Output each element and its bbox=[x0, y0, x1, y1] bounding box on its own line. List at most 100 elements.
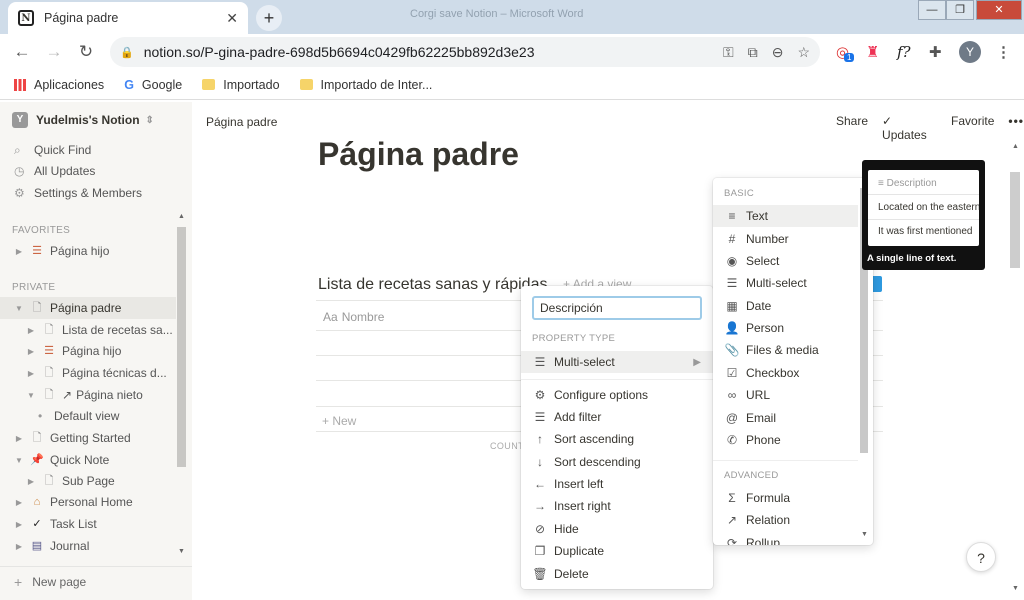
back-arrow-icon[interactable]: ← bbox=[6, 42, 38, 62]
extension-lighthouse-icon[interactable]: ♜ bbox=[866, 43, 879, 61]
sidebar-quick-find[interactable]: ⌕ Quick Find bbox=[0, 139, 176, 161]
translate-icon[interactable]: ⧉ bbox=[748, 44, 758, 61]
scroll-up-icon[interactable]: ▲ bbox=[178, 213, 185, 220]
bookmark-importado-inter[interactable]: Importado de Inter... bbox=[299, 78, 432, 92]
reload-icon[interactable]: ↻ bbox=[70, 42, 102, 62]
type-select-item[interactable]: ◉ Select bbox=[713, 250, 873, 272]
caret-down-icon[interactable]: ▼ bbox=[24, 391, 38, 400]
caret-right-icon[interactable]: ▶ bbox=[24, 347, 38, 356]
new-row-button[interactable]: + New bbox=[322, 414, 356, 428]
restore-button[interactable]: ❐ bbox=[946, 0, 974, 20]
type-email-item[interactable]: @ Email bbox=[713, 407, 873, 429]
property-type-selector[interactable]: ☰ Multi-select ▶ bbox=[521, 351, 713, 373]
caret-right-icon[interactable]: ▶ bbox=[12, 498, 26, 507]
sidebar-all-updates[interactable]: ◷ All Updates bbox=[0, 160, 176, 182]
new-page-button[interactable]: + New page bbox=[0, 566, 192, 596]
type-multiselect-item[interactable]: ☰ Multi-select bbox=[713, 272, 873, 294]
extension-formula-icon[interactable]: f? bbox=[897, 43, 911, 61]
sidebar-settings[interactable]: ⚙ Settings & Members bbox=[0, 182, 176, 204]
more-options-icon[interactable]: ••• bbox=[1008, 114, 1024, 142]
property-name-input[interactable] bbox=[532, 296, 702, 320]
rollup-icon: ⟳ bbox=[726, 536, 738, 545]
scroll-down-icon[interactable]: ▼ bbox=[861, 531, 868, 538]
caret-right-icon[interactable]: ▶ bbox=[24, 369, 38, 378]
delete-item[interactable]: 🗑 Delete bbox=[521, 563, 713, 585]
sidebar-item-default-view[interactable]: • Default view bbox=[0, 405, 176, 427]
extensions-puzzle-icon[interactable]: ✚ bbox=[929, 43, 942, 61]
caret-right-icon[interactable]: ▶ bbox=[12, 434, 26, 443]
browser-tab[interactable]: N Página padre ✕ bbox=[8, 2, 248, 34]
caret-right-icon[interactable]: ▶ bbox=[24, 477, 38, 486]
zoom-icon[interactable]: ⊖ bbox=[772, 44, 784, 61]
add-filter-item[interactable]: ☰ Add filter bbox=[521, 406, 713, 428]
bookmark-importado[interactable]: Importado bbox=[202, 78, 280, 92]
workspace-switcher[interactable]: Y Yudelmis's Notion ⇕ bbox=[12, 112, 154, 128]
caret-down-icon[interactable]: ▼ bbox=[12, 456, 26, 465]
scroll-up-icon[interactable]: ▲ bbox=[1012, 143, 1019, 150]
sidebar-item-pagina-padre[interactable]: ▼ 🗋 Página padre bbox=[0, 297, 176, 319]
caret-right-icon[interactable]: ▶ bbox=[12, 247, 26, 256]
key-icon[interactable]: ⚿ bbox=[723, 44, 734, 61]
star-icon[interactable]: ☆ bbox=[797, 44, 810, 61]
type-person-item[interactable]: 👤 Person bbox=[713, 317, 873, 339]
caret-down-icon[interactable]: ▼ bbox=[12, 304, 26, 313]
tab-close-icon[interactable]: ✕ bbox=[226, 10, 238, 27]
type-text-item[interactable]: ≡ Text bbox=[713, 205, 858, 227]
configure-options-item[interactable]: ⚙ Configure options bbox=[521, 384, 713, 406]
sidebar-item-journal[interactable]: ▶ ▤ Journal bbox=[0, 535, 176, 557]
favorite-button[interactable]: Favorite bbox=[951, 114, 994, 142]
column-header-nombre[interactable]: Aa Nombre bbox=[323, 310, 384, 324]
sidebar-scrollbar[interactable] bbox=[177, 227, 186, 467]
page-title[interactable]: Página padre bbox=[318, 136, 519, 173]
sidebar-item-pagina-tecnicas[interactable]: ▶ 🗋 Página técnicas d... bbox=[0, 362, 176, 384]
type-checkbox-item[interactable]: ☑ Checkbox bbox=[713, 362, 873, 384]
window-close-button[interactable]: ✕ bbox=[976, 0, 1022, 20]
type-number-item[interactable]: # Number bbox=[713, 228, 873, 250]
new-tab-button[interactable]: + bbox=[256, 5, 282, 31]
database-title[interactable]: Lista de recetas sanas y rápidas bbox=[318, 276, 547, 294]
scroll-down-icon[interactable]: ▼ bbox=[1012, 585, 1019, 592]
share-button[interactable]: Share bbox=[836, 114, 868, 142]
type-formula-item[interactable]: Σ Formula bbox=[713, 487, 873, 509]
checkbox-icon: ☑ bbox=[726, 366, 738, 380]
sidebar-item-pagina-hijo[interactable]: ▶ ☰ Página hijo bbox=[0, 340, 176, 362]
browser-menu-icon[interactable]: ⋮ bbox=[996, 43, 1011, 61]
type-date-item[interactable]: ▦ Date bbox=[713, 295, 873, 317]
bookmark-google[interactable]: G Google bbox=[124, 78, 182, 92]
insert-left-item[interactable]: ← Insert left bbox=[521, 473, 713, 495]
sort-ascending-item[interactable]: ↑ Sort ascending bbox=[521, 428, 713, 450]
type-url-item[interactable]: ∞ URL bbox=[713, 384, 873, 406]
duplicate-item[interactable]: ❐ Duplicate bbox=[521, 540, 713, 562]
main-scrollbar[interactable] bbox=[1010, 172, 1020, 268]
sidebar-item-pagina-nieto[interactable]: ▼ 🗋 ↗ Página nieto bbox=[0, 384, 176, 406]
updates-button[interactable]: ✓ Updates bbox=[882, 114, 937, 142]
type-relation-item[interactable]: ↗ Relation bbox=[713, 509, 873, 531]
caret-right-icon[interactable]: ▶ bbox=[12, 520, 26, 529]
list-icon: ☰ bbox=[726, 276, 738, 290]
hide-item[interactable]: ⊘ Hide bbox=[521, 518, 713, 540]
minimize-button[interactable]: — bbox=[918, 0, 946, 20]
caret-right-icon[interactable]: ▶ bbox=[12, 542, 26, 551]
caret-right-icon[interactable]: ▶ bbox=[24, 326, 38, 335]
sidebar-item-personal-home[interactable]: ▶ ⌂ Personal Home bbox=[0, 491, 176, 513]
breadcrumb[interactable]: Página padre bbox=[206, 115, 277, 129]
type-files-item[interactable]: 📎 Files & media bbox=[713, 339, 873, 361]
sidebar-item-task-list[interactable]: ▶ ✓ Task List bbox=[0, 513, 176, 535]
bookmark-apps[interactable]: Aplicaciones bbox=[14, 78, 104, 92]
sidebar-item-lista-recetas[interactable]: ▶ 🗋 Lista de recetas sa... bbox=[0, 319, 176, 341]
profile-avatar[interactable]: Y bbox=[959, 41, 981, 63]
bullet-icon: • bbox=[38, 409, 43, 423]
url-field[interactable]: 🔒 notion.so/P-gina-padre-698d5b6694c0429… bbox=[110, 37, 820, 67]
sidebar-item-sub-page[interactable]: ▶ 🗋 Sub Page bbox=[0, 470, 176, 492]
sidebar-item-quick-note[interactable]: ▼ 📌 Quick Note bbox=[0, 449, 176, 471]
scroll-down-icon[interactable]: ▼ bbox=[178, 548, 185, 555]
count-label[interactable]: COUNT bbox=[490, 441, 524, 451]
sidebar-item-pagina-hijo-fav[interactable]: ▶ ☰ Página hijo bbox=[0, 240, 176, 262]
type-phone-item[interactable]: ✆ Phone bbox=[713, 429, 873, 451]
insert-right-item[interactable]: → Insert right bbox=[521, 495, 713, 517]
forward-arrow-icon[interactable]: → bbox=[38, 42, 70, 62]
sort-descending-item[interactable]: ↓ Sort descending bbox=[521, 451, 713, 473]
type-rollup-item[interactable]: ⟳ Rollup bbox=[713, 532, 873, 545]
help-button[interactable]: ? bbox=[966, 542, 996, 572]
sidebar-item-getting-started[interactable]: ▶ 🗋 Getting Started bbox=[0, 427, 176, 449]
